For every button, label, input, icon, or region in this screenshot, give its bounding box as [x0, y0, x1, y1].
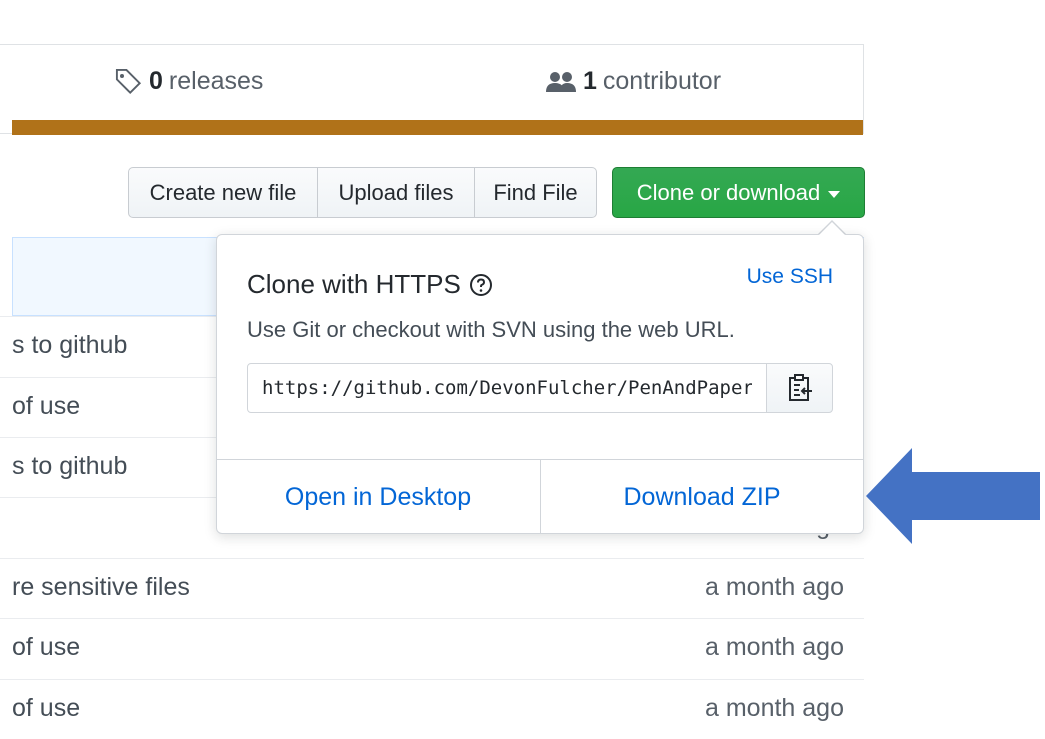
clone-url-group: [247, 363, 835, 413]
file-row[interactable]: of use a month ago: [0, 618, 864, 678]
commit-age: a month ago: [705, 633, 844, 661]
clone-dropdown: Clone with HTTPS Use SSH Use Git or chec…: [216, 234, 864, 534]
contributors-count: 1: [583, 67, 597, 95]
question-icon[interactable]: [469, 273, 493, 297]
open-in-desktop-button[interactable]: Open in Desktop: [217, 460, 539, 534]
commit-message[interactable]: re sensitive files: [12, 573, 190, 602]
releases-count: 0: [149, 67, 163, 95]
clone-title: Clone with HTTPS: [247, 269, 493, 300]
caret-down-icon: [828, 190, 841, 198]
file-row[interactable]: of use a month ago: [0, 679, 864, 739]
releases-label: releases: [168, 67, 264, 95]
commit-age: a month ago: [705, 573, 844, 601]
download-zip-button[interactable]: Download ZIP: [540, 460, 863, 534]
clone-description: Use Git or checkout with SVN using the w…: [247, 317, 735, 342]
commit-message[interactable]: of use: [12, 392, 80, 421]
commit-message[interactable]: s to github: [12, 331, 127, 360]
clone-or-download-label: Clone or download: [636, 179, 821, 205]
copy-url-button[interactable]: [766, 363, 833, 413]
create-new-file-button[interactable]: Create new file: [128, 167, 318, 218]
clone-title-text: Clone with HTTPS: [247, 269, 461, 299]
commit-message[interactable]: of use: [12, 633, 80, 662]
use-ssh-link[interactable]: Use SSH: [747, 265, 833, 289]
language-bar: [12, 120, 863, 135]
commit-message[interactable]: of use: [12, 694, 80, 723]
file-row[interactable]: re sensitive files a month ago: [0, 558, 864, 618]
upload-files-button[interactable]: Upload files: [317, 167, 475, 218]
arrow-left-icon: [866, 448, 1040, 544]
contributors-link[interactable]: 1 contributor: [545, 67, 721, 96]
commit-age: a month ago: [705, 694, 844, 722]
commit-message[interactable]: s to github: [12, 452, 127, 481]
dropdown-footer: Open in Desktop Download ZIP: [217, 459, 863, 534]
clone-url-input[interactable]: [247, 363, 767, 413]
people-icon: [546, 71, 576, 92]
contributors-label: contributor: [602, 67, 722, 95]
clipboard-icon: [788, 374, 812, 401]
find-file-button[interactable]: Find File: [474, 167, 597, 218]
tag-icon: [115, 68, 142, 94]
clone-or-download-button[interactable]: Clone or download: [612, 167, 865, 218]
releases-link[interactable]: 0 releases: [115, 67, 263, 96]
dropdown-pointer-inner: [819, 222, 845, 235]
